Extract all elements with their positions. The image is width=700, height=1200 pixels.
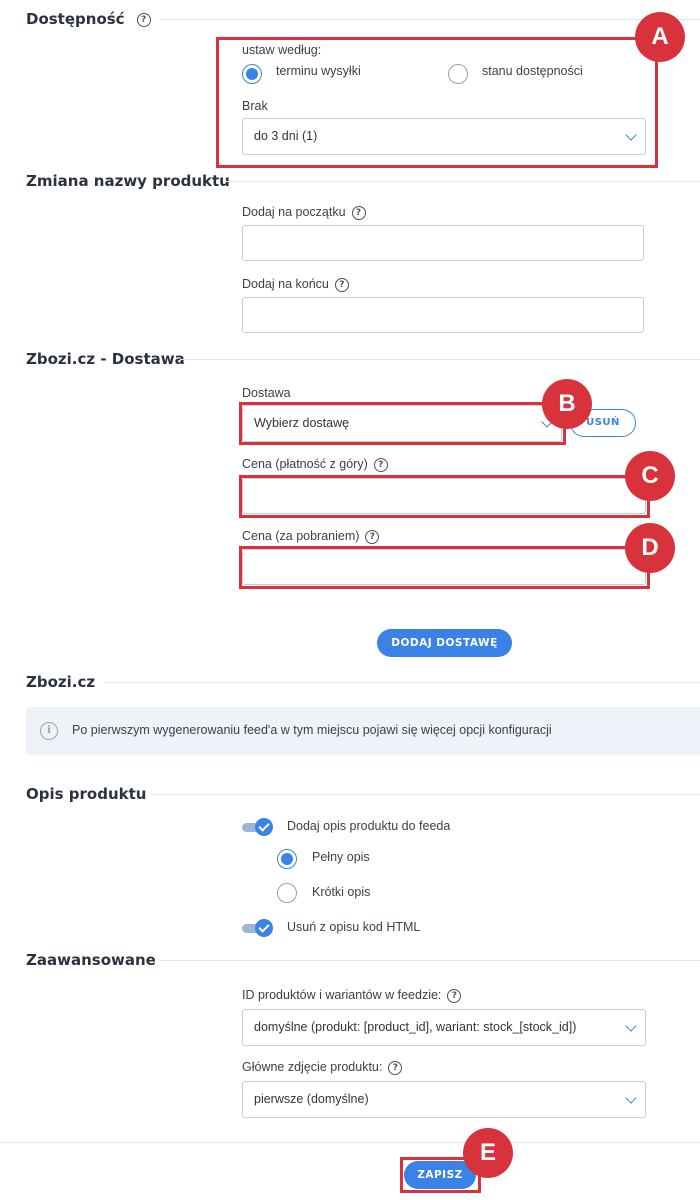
divider [180,359,700,360]
help-icon[interactable]: ? [351,205,366,220]
photo-label: Główne zdjęcie produktu:? [242,1060,403,1075]
price-cod-label: Cena (za pobraniem)? [242,529,380,544]
divider [104,682,700,683]
suffix-label: Dodaj na końcu? [242,277,349,292]
highlight-box-a [216,37,658,168]
footer-divider [0,1142,700,1143]
toggle-add-description[interactable] [242,818,274,836]
section-title-zbozi: Zbozi.cz [26,673,96,691]
marker-e: E [463,1128,513,1178]
strip-html-label[interactable]: Usuń z opisu kod HTML [287,920,420,934]
price-prepaid-label-text: Cena (płatność z góry) [242,457,368,471]
highlight-box-c [239,475,650,518]
availability-title-text: Dostępność [26,10,125,28]
highlight-box-b [239,402,566,445]
suffix-label-text: Dodaj na końcu [242,277,329,291]
radio-full-description[interactable] [277,849,297,869]
check-icon [255,818,273,836]
radio-short-description[interactable] [277,883,297,903]
photo-select[interactable]: pierwsze (domyślne) [242,1081,646,1118]
divider [152,794,700,795]
help-icon[interactable]: ? [447,988,462,1003]
prefix-label: Dodaj na początku? [242,205,366,220]
add-delivery-button[interactable]: DODAJ DOSTAWĘ [377,629,512,657]
highlight-box-d [239,546,650,589]
help-icon[interactable]: ? [136,12,151,27]
photo-select-value: pierwsze (domyślne) [254,1092,369,1106]
divider [160,19,700,20]
divider [160,960,700,961]
radio-full-description-label[interactable]: Pełny opis [312,850,370,864]
marker-d: D [625,523,675,573]
chevron-down-icon [625,1092,637,1104]
marker-b: B [542,379,592,429]
marker-a: A [635,12,685,62]
info-icon: i [40,722,58,740]
add-description-label[interactable]: Dodaj opis produktu do feeda [287,819,450,833]
ids-label-text: ID produktów i wariantów w feedzie: [242,988,442,1002]
check-icon [255,919,273,937]
marker-c: C [625,451,675,501]
info-notice: i Po pierwszym wygenerowaniu feed'a w ty… [26,707,700,755]
section-title-availability: Dostępność? [26,10,151,28]
section-title-advanced: Zaawansowane [26,951,156,969]
section-title-delivery: Zbozi.cz - Dostawa [26,350,185,368]
delivery-label: Dostawa [242,386,291,400]
prefix-label-text: Dodaj na początku [242,205,346,219]
radio-short-description-label[interactable]: Krótki opis [312,885,370,899]
chevron-down-icon [625,1020,637,1032]
suffix-input[interactable] [242,297,644,333]
help-icon[interactable]: ? [365,529,380,544]
help-icon[interactable]: ? [334,277,349,292]
help-icon[interactable]: ? [373,457,388,472]
section-title-rename: Zmiana nazwy produktu [26,172,230,190]
toggle-strip-html[interactable] [242,919,274,937]
ids-select[interactable]: domyślne (produkt: [product_id], wariant… [242,1009,646,1046]
ids-select-value: domyślne (produkt: [product_id], wariant… [254,1020,577,1034]
help-icon[interactable]: ? [388,1060,403,1075]
section-title-description: Opis produktu [26,785,147,803]
price-prepaid-label: Cena (płatność z góry)? [242,457,388,472]
divider [224,181,700,182]
prefix-input[interactable] [242,225,644,261]
photo-label-text: Główne zdjęcie produktu: [242,1060,383,1074]
info-notice-text: Po pierwszym wygenerowaniu feed'a w tym … [72,723,552,737]
ids-label: ID produktów i wariantów w feedzie:? [242,988,462,1003]
price-cod-label-text: Cena (za pobraniem) [242,529,360,543]
